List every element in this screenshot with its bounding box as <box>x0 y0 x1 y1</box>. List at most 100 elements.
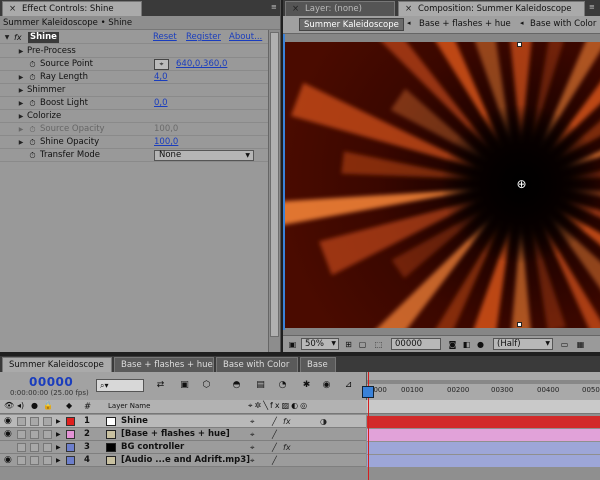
scrollbar-thumb[interactable] <box>270 32 279 337</box>
about-link[interactable]: About... <box>229 31 262 44</box>
transparency-grid-icon[interactable]: ▦ <box>575 339 586 350</box>
audio-toggle[interactable] <box>17 443 26 452</box>
shy-switch-icon[interactable]: ⌖ <box>250 454 255 467</box>
current-time-field[interactable]: 00000 <box>391 338 441 350</box>
quality-switch-icon[interactable]: ╱ <box>272 454 277 467</box>
reset-link[interactable]: Reset <box>153 31 177 44</box>
layer-row[interactable]: ◉ ▶ 2 [Base + flashes + hue] ⌖ ╱ <box>0 428 366 441</box>
eye-icon[interactable]: ◉ <box>4 428 12 441</box>
twirl-right-icon[interactable]: ▶ <box>17 123 25 136</box>
crosshair-point-icon[interactable]: ⌖ <box>154 59 169 70</box>
crumb-base-with-color[interactable]: Base with Color <box>526 18 600 31</box>
solo-toggle[interactable] <box>30 443 39 452</box>
safe-zones-icon[interactable]: ⬚ <box>373 339 384 350</box>
shy-switch-icon[interactable]: ⌖ <box>250 415 255 428</box>
audio-toggle[interactable] <box>17 430 26 439</box>
label-color-swatch[interactable] <box>66 443 75 452</box>
rgb-channel-icon[interactable]: ● <box>475 339 486 350</box>
tab-layer[interactable]: × Layer: (none) <box>285 1 395 16</box>
twirl-right-icon[interactable]: ▶ <box>17 136 25 149</box>
layer-duration-bar[interactable] <box>367 455 600 467</box>
effect-name[interactable]: Shine <box>28 32 59 43</box>
twirl-right-icon[interactable]: ▶ <box>56 428 61 441</box>
layer-duration-bar[interactable] <box>367 429 600 441</box>
register-link[interactable]: Register <box>186 31 221 44</box>
twirl-right-icon[interactable]: ▶ <box>17 71 25 84</box>
col-layer-name[interactable]: Layer Name <box>108 402 150 410</box>
boost-light-value[interactable]: 0,0 <box>154 97 168 110</box>
lock-icon[interactable]: 🔒 <box>43 401 53 410</box>
group-colorize[interactable]: ▶ Colorize <box>0 110 268 123</box>
layer-name[interactable]: [Audio ...e and Adrift.mp3] <box>121 454 250 467</box>
crumb-base-flashes-hue[interactable]: Base + flashes + hue <box>415 18 515 31</box>
twirl-right-icon[interactable]: ▶ <box>17 97 25 110</box>
ray-length-value[interactable]: 4,0 <box>154 71 168 84</box>
layer-row[interactable]: ▶ 3 BG controller ⌖ ╱ fx <box>0 441 366 454</box>
lock-toggle[interactable] <box>43 430 52 439</box>
panel-menu-icon[interactable]: ≡ <box>589 3 595 11</box>
region-of-interest-icon[interactable]: ▭ <box>559 339 570 350</box>
layer-search-input[interactable]: ⌕▾ <box>96 379 144 392</box>
work-area-bar[interactable] <box>367 380 600 384</box>
audio-icon[interactable]: ◂) <box>17 401 24 410</box>
eye-icon[interactable]: ◉ <box>4 415 12 428</box>
stopwatch-icon[interactable]: ⏱ <box>28 123 37 136</box>
stopwatch-icon[interactable]: ⏱ <box>28 136 37 149</box>
solo-toggle[interactable] <box>30 456 39 465</box>
twirl-right-icon[interactable]: ▶ <box>17 110 25 123</box>
motion-blur-icon[interactable]: ◔ <box>276 379 289 392</box>
layer-row[interactable]: ◉ ▶ 1 Shine ⌖ ╱ fx ◑ <box>0 415 366 428</box>
panel-menu-icon[interactable]: ≡ <box>271 3 277 11</box>
quality-switch-icon[interactable]: ╱ <box>272 415 277 428</box>
tab-base-flashes-hue[interactable]: Base + flashes + hue <box>114 357 214 372</box>
stopwatch-icon[interactable]: ⏱ <box>28 97 37 110</box>
crumb-summer-kaleidoscope[interactable]: Summer Kaleidoscope <box>299 18 404 31</box>
quality-switch-icon[interactable]: ╱ <box>272 428 277 441</box>
close-icon[interactable]: × <box>292 2 302 16</box>
layer-switches-icon[interactable]: ▣ <box>178 379 191 392</box>
tab-effect-controls[interactable]: × Effect Controls: Shine <box>2 1 142 16</box>
resolution-select[interactable]: (Half) ▼ <box>493 338 553 350</box>
label-color-swatch[interactable] <box>66 456 75 465</box>
vertical-scrollbar[interactable] <box>268 30 280 352</box>
tab-summer-kaleidoscope[interactable]: Summer Kaleidoscope <box>2 357 112 372</box>
solo-icon[interactable]: ● <box>31 401 38 410</box>
twirl-right-icon[interactable]: ▶ <box>56 454 61 467</box>
tab-composition[interactable]: × Composition: Summer Kaleidoscope <box>398 1 585 16</box>
brainstorm-icon[interactable]: ✱ <box>300 379 313 392</box>
effect-row-shine[interactable]: ▼ fx Shine Reset Register About... <box>0 31 268 44</box>
tab-base-with-color[interactable]: Base with Color <box>216 357 298 372</box>
group-shimmer[interactable]: ▶ Shimmer <box>0 84 268 97</box>
solo-toggle[interactable] <box>30 417 39 426</box>
hide-shy-icon[interactable]: ◓ <box>230 379 243 392</box>
stopwatch-icon[interactable]: ⏱ <box>28 58 37 71</box>
label-color-swatch[interactable] <box>66 430 75 439</box>
twirl-right-icon[interactable]: ▶ <box>17 45 25 58</box>
adjustment-layer-icon[interactable]: ◑ <box>320 415 327 428</box>
fx-icon[interactable]: fx <box>14 32 26 43</box>
composition-viewer[interactable]: ⊕ <box>285 42 600 328</box>
fx-switch-icon[interactable]: fx <box>283 415 291 428</box>
lock-toggle[interactable] <box>43 417 52 426</box>
anchor-point-icon[interactable]: ⊕ <box>515 178 528 191</box>
layer-name[interactable]: [Base + flashes + hue] <box>121 428 230 441</box>
draft-3d-icon[interactable]: ⬡ <box>200 379 213 392</box>
current-time-display[interactable]: 00000 <box>29 375 73 389</box>
close-icon[interactable]: × <box>405 2 415 16</box>
lock-toggle[interactable] <box>43 456 52 465</box>
twirl-right-icon[interactable]: ▶ <box>17 84 25 97</box>
layer-duration-bar[interactable] <box>367 416 600 428</box>
source-point-value[interactable]: 640,0,360,0 <box>176 58 227 71</box>
camera-snapshot-icon[interactable]: ◙ <box>447 339 458 350</box>
transform-handle[interactable] <box>517 322 522 327</box>
stopwatch-icon[interactable]: ⏱ <box>28 71 37 84</box>
transfer-mode-select[interactable]: None ▼ <box>154 150 254 161</box>
time-ruler[interactable]: 0000 00100 00200 00300 00400 00500 <box>366 372 600 400</box>
lock-toggle[interactable] <box>43 443 52 452</box>
close-icon[interactable]: × <box>9 2 19 16</box>
eye-icon[interactable]: 👁 <box>4 401 14 410</box>
layer-name[interactable]: BG controller <box>121 441 184 454</box>
comp-mini-flowchart-icon[interactable]: ⇄ <box>154 379 167 392</box>
transform-handle[interactable] <box>517 42 522 47</box>
label-tag-icon[interactable]: ◆ <box>66 401 72 410</box>
